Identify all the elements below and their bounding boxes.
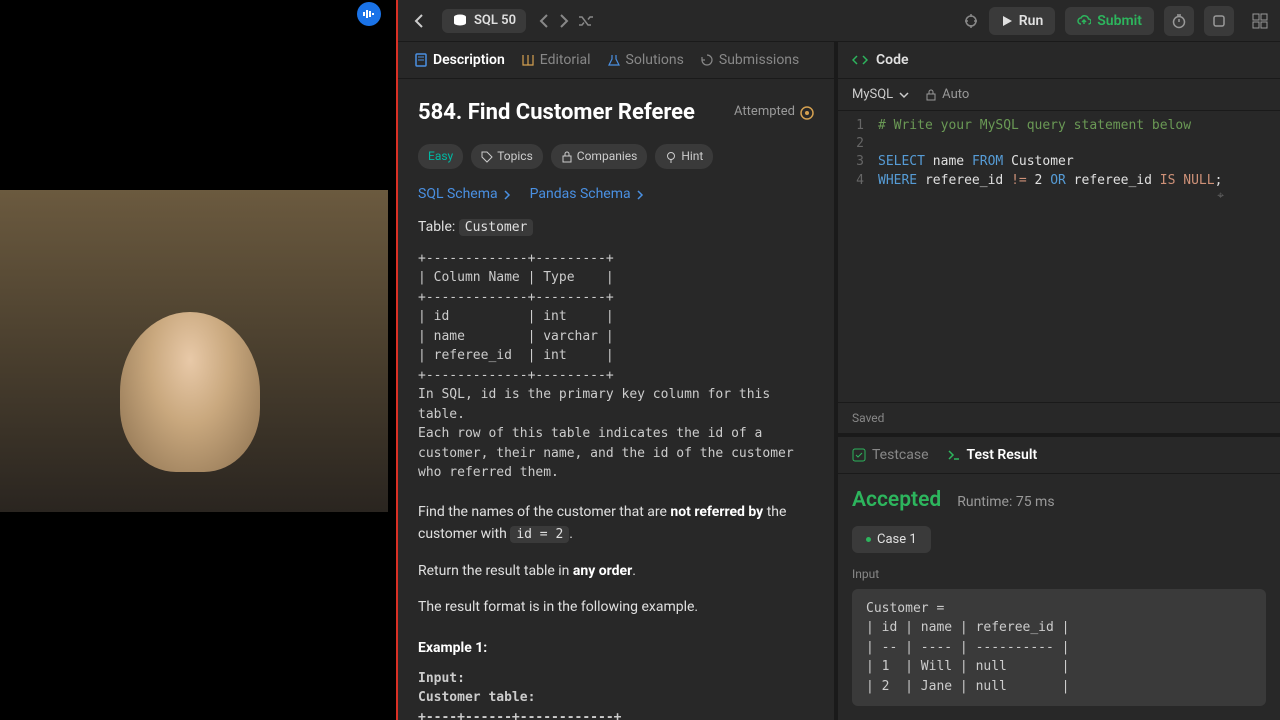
language-selector[interactable]: MySQL <box>852 87 909 102</box>
table-label: Table: Customer <box>418 216 814 239</box>
play-icon <box>1001 15 1013 27</box>
tab-description[interactable]: Description <box>414 52 505 68</box>
flask-icon <box>607 53 621 67</box>
table-schema-block: +-------------+---------+ | Column Name … <box>418 249 814 483</box>
submit-label: Submit <box>1097 13 1142 29</box>
input-data-box: Customer = | id | name | referee_id | | … <box>852 589 1266 707</box>
code-editor[interactable]: 1# Write your MySQL query statement belo… <box>838 111 1280 402</box>
check-box-icon <box>852 448 866 462</box>
submit-button[interactable]: Submit <box>1065 7 1154 35</box>
table-name: Customer <box>459 219 534 236</box>
video-panel <box>0 0 398 720</box>
next-problem-button[interactable] <box>558 14 570 28</box>
hint-tag[interactable]: Hint <box>655 144 713 169</box>
run-button[interactable]: Run <box>989 7 1056 35</box>
example-header: Example 1: <box>418 637 814 659</box>
terminal-icon <box>947 448 961 462</box>
bulb-icon <box>665 151 677 163</box>
tab-solutions[interactable]: Solutions <box>607 52 684 68</box>
input-label: Input <box>852 567 1266 581</box>
case-button[interactable]: Case 1 <box>852 526 931 553</box>
description-content[interactable]: 584. Find Customer Referee Attempted Eas… <box>398 79 834 720</box>
code-panel: Code MySQL Auto 1# Write your MySQL quer… <box>838 42 1280 720</box>
audio-indicator-icon <box>357 2 381 26</box>
webcam-feed <box>0 190 388 512</box>
timer-button[interactable] <box>1164 6 1194 36</box>
sql-schema-link[interactable]: SQL Schema <box>418 183 512 205</box>
top-bar: SQL 50 Run Submit <box>398 0 1280 42</box>
text-cursor-icon: ⌖ <box>1217 187 1224 204</box>
chevron-down-icon <box>899 91 909 99</box>
notes-button[interactable] <box>1204 6 1234 36</box>
run-label: Run <box>1019 13 1044 29</box>
result-status: Accepted <box>852 488 941 512</box>
tab-editorial[interactable]: Editorial <box>521 52 591 68</box>
problem-title: 584. Find Customer Referee <box>418 95 695 130</box>
description-icon <box>414 53 428 67</box>
back-icon[interactable] <box>410 11 430 31</box>
auto-toggle[interactable]: Auto <box>925 87 969 102</box>
example-block: Input: Customer table: +----+------+----… <box>418 669 814 720</box>
companies-tag[interactable]: Companies <box>551 144 648 169</box>
lock-icon <box>925 89 937 101</box>
code-header: Code <box>838 42 1280 79</box>
code-header-label: Code <box>876 52 909 68</box>
collection-label: SQL 50 <box>474 13 516 28</box>
history-icon <box>700 53 714 67</box>
database-icon <box>452 13 468 29</box>
shuffle-button[interactable] <box>578 14 594 28</box>
tag-icon <box>481 151 493 163</box>
difficulty-tag: Easy <box>418 144 463 169</box>
status-dot-icon <box>866 537 871 542</box>
cloud-upload-icon <box>1077 15 1091 27</box>
problem-statement-2: Return the result table in any order. <box>418 560 814 582</box>
book-icon <box>521 53 535 67</box>
layout-button[interactable] <box>1252 13 1268 29</box>
prev-problem-button[interactable] <box>538 14 550 28</box>
problem-statement-3: The result format is in the following ex… <box>418 596 814 618</box>
collection-pill[interactable]: SQL 50 <box>442 9 526 33</box>
attempted-badge: Attempted <box>734 102 814 123</box>
app-panel: SQL 50 Run Submit <box>398 0 1280 720</box>
tab-submissions[interactable]: Submissions <box>700 52 799 68</box>
result-runtime: Runtime: 75 ms <box>957 494 1054 510</box>
description-panel: Description Editorial Solutions Submissi… <box>398 42 838 720</box>
topics-tag[interactable]: Topics <box>471 144 543 169</box>
result-panel: Testcase Test Result Accepted Runtime: 7… <box>838 433 1280 720</box>
description-tabs: Description Editorial Solutions Submissi… <box>398 42 834 79</box>
saved-indicator: Saved <box>838 402 1280 433</box>
attempted-icon <box>800 106 814 120</box>
tab-testcase[interactable]: Testcase <box>852 447 929 463</box>
lock-icon <box>561 151 573 163</box>
tab-test-result[interactable]: Test Result <box>947 447 1038 463</box>
code-icon <box>852 53 868 67</box>
problem-statement-1: Find the names of the customer that are … <box>418 501 814 546</box>
pandas-schema-link[interactable]: Pandas Schema <box>530 183 645 205</box>
debug-icon[interactable] <box>963 13 979 29</box>
